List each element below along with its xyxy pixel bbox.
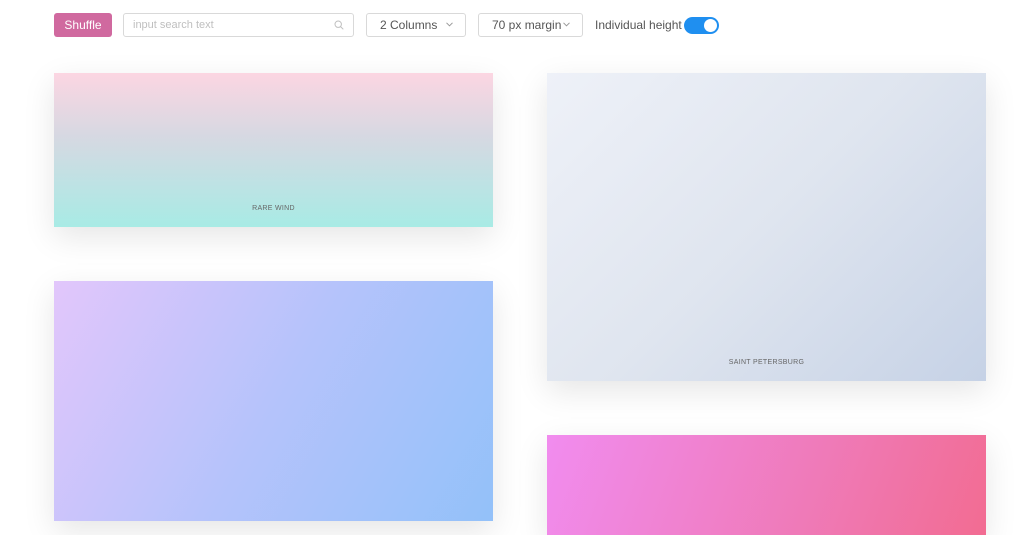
gradient-card[interactable]: RARE WIND [54, 73, 493, 227]
card-title: RARE WIND [252, 205, 295, 212]
gradient-card[interactable] [547, 435, 986, 535]
gradient-card[interactable]: SAINT PETERSBURG [547, 73, 986, 381]
gradient-card[interactable] [54, 281, 493, 521]
card-title: SAINT PETERSBURG [728, 359, 805, 366]
card-grid: RARE WIND SAINT PETERSBURG [0, 0, 1024, 535]
